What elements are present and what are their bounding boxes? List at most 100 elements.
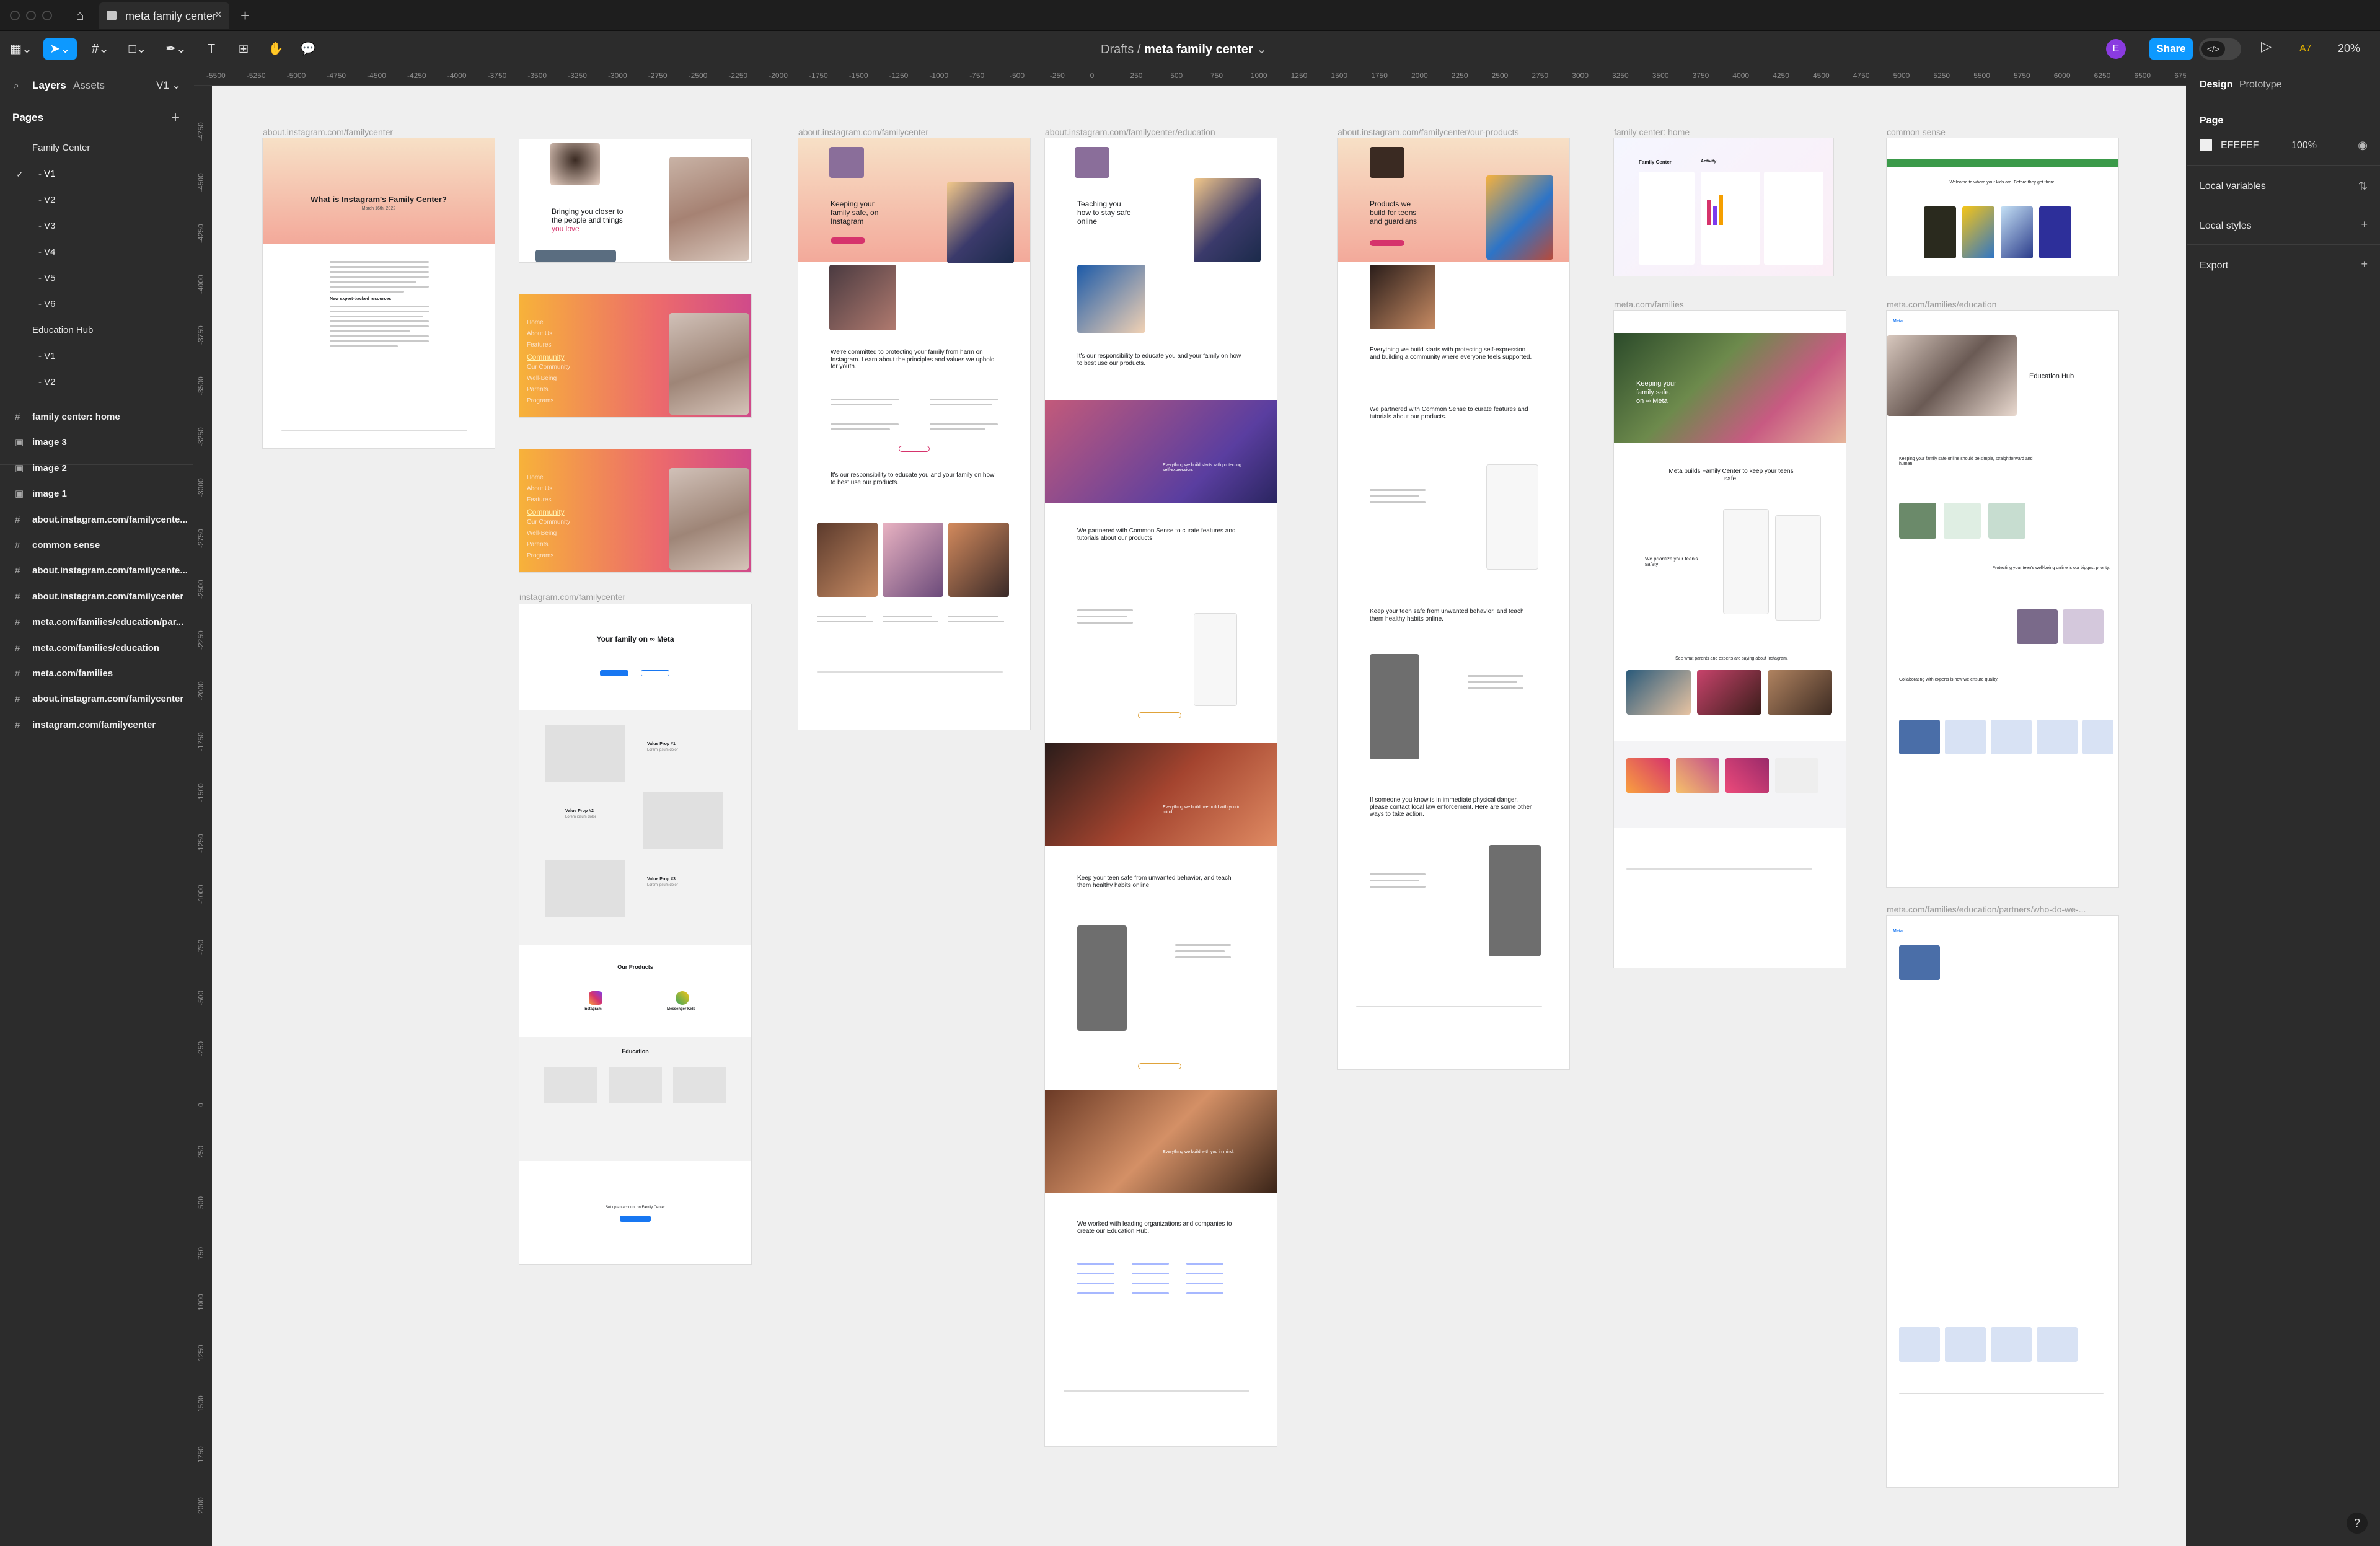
menu-item[interactable]: About Us <box>527 330 552 337</box>
menu-item[interactable]: Programs <box>527 552 553 559</box>
menu-item[interactable]: Well-Being <box>527 375 557 382</box>
menu-item[interactable]: About Us <box>527 485 552 492</box>
frame-familycenter-landing[interactable]: Keeping your family safe, on Instagram W… <box>798 138 1030 730</box>
local-styles[interactable]: Local styles <box>2200 221 2252 232</box>
tab-prototype[interactable]: Prototype <box>2239 79 2281 91</box>
zoom-level[interactable]: 20% <box>2338 42 2360 55</box>
local-variables[interactable]: Local variables <box>2200 181 2266 192</box>
frame-instagram-familycenter[interactable]: Your family on ∞ Meta Value Prop #1 Lore… <box>519 604 751 1264</box>
menu-item[interactable]: Features <box>527 342 551 348</box>
frame-label[interactable]: family center: home <box>1614 127 1690 137</box>
avatar[interactable]: E <box>2106 39 2126 59</box>
frame-label[interactable]: meta.com/families/education/partners/who… <box>1887 904 2086 914</box>
pen-tool-icon[interactable]: ✒⌄ <box>162 38 190 60</box>
page-color-swatch[interactable] <box>2200 139 2212 151</box>
layer-item[interactable]: # meta.com/families/education <box>0 635 193 661</box>
close-window-button[interactable] <box>10 11 20 20</box>
add-export-icon[interactable]: + <box>2361 258 2368 271</box>
page-switcher[interactable]: V1 ⌄ <box>156 79 181 92</box>
page-item[interactable]: - V6 <box>0 291 193 317</box>
present-play-icon[interactable]: ▷ <box>2261 38 2272 55</box>
layer-item[interactable]: # about.instagram.com/familycente... <box>0 558 193 584</box>
menu-item[interactable]: Programs <box>527 397 553 404</box>
share-button[interactable]: Share <box>2149 38 2193 60</box>
frame-label[interactable]: meta.com/families/education <box>1887 299 1996 309</box>
page-item[interactable]: - V2 <box>0 187 193 213</box>
help-button[interactable]: ? <box>2347 1513 2368 1534</box>
menu-item[interactable]: Parents <box>527 386 548 393</box>
layer-item[interactable]: # instagram.com/familycenter <box>0 712 193 738</box>
page-item[interactable]: - V5 <box>0 265 193 291</box>
breadcrumb-folder[interactable]: Drafts <box>1101 43 1134 56</box>
get-started-button[interactable] <box>1370 240 1404 246</box>
frame-label[interactable]: instagram.com/familycenter <box>519 592 625 602</box>
shape-tool-icon[interactable]: □⌄ <box>124 38 151 60</box>
learn-more-button[interactable] <box>1138 1063 1181 1069</box>
layer-item[interactable]: ▣ image 3 <box>0 430 193 456</box>
eye-icon[interactable]: ◉ <box>2358 139 2368 152</box>
get-started-button[interactable] <box>831 237 865 244</box>
page-item[interactable]: Family Center <box>0 135 193 161</box>
page-item[interactable]: Education Hub <box>0 317 193 343</box>
menu-item[interactable]: Home <box>527 319 544 326</box>
close-tab-icon[interactable]: × <box>214 8 222 22</box>
hand-tool-icon[interactable]: ✋ <box>265 38 286 60</box>
layer-item[interactable]: # about.instagram.com/familycente... <box>0 507 193 533</box>
minimize-window-button[interactable] <box>26 11 36 20</box>
frame-label[interactable]: about.instagram.com/familycenter <box>263 127 393 137</box>
page-opacity[interactable]: 100% <box>2291 140 2317 151</box>
main-menu-icon[interactable]: ▦⌄ <box>9 38 33 60</box>
layer-item[interactable]: ▣ image 2 <box>0 456 193 482</box>
primary-button[interactable] <box>600 670 628 676</box>
frame-hero-variant[interactable]: Bringing you closer to the people and th… <box>519 139 751 262</box>
comment-tool-icon[interactable]: 💬 <box>298 38 319 60</box>
frame-menu-variant-2[interactable]: Home About Us Features Community Our Communi… <box>519 449 751 572</box>
frame-label[interactable]: common sense <box>1887 127 1946 137</box>
page-item[interactable]: - V3 <box>0 213 193 239</box>
frame-article[interactable]: What is Instagram's Family Center? March… <box>263 138 495 448</box>
layer-item[interactable]: # common sense <box>0 532 193 559</box>
add-page-icon[interactable]: + <box>171 109 180 126</box>
file-tab[interactable]: meta family center × <box>99 2 229 29</box>
canvas[interactable]: about.instagram.com/familycenter What is… <box>212 86 2186 1546</box>
add-style-icon[interactable]: + <box>2361 218 2368 231</box>
menu-item[interactable]: Community <box>527 353 565 361</box>
frame-label[interactable]: about.instagram.com/familycenter/our-pro… <box>1338 127 1519 137</box>
page-item[interactable]: - V4 <box>0 239 193 265</box>
menu-item[interactable]: Community <box>527 508 565 516</box>
tab-layers[interactable]: Layers <box>32 79 66 92</box>
move-tool-icon[interactable]: ➤⌄ <box>43 38 77 60</box>
frame-family-center-home[interactable]: Family Center Activity <box>1614 138 1833 276</box>
frame-meta-families[interactable]: Keeping your family safe, on ∞ Meta Meta… <box>1614 311 1846 968</box>
layer-item[interactable]: # family center: home <box>0 404 193 430</box>
frame-menu-variant-1[interactable]: Home About Us Features Community Our Communi… <box>519 294 751 417</box>
layer-item[interactable]: # about.instagram.com/familycenter <box>0 686 193 712</box>
menu-item[interactable]: Parents <box>527 541 548 548</box>
layer-item[interactable]: # meta.com/families <box>0 661 193 687</box>
meta-logo[interactable]: Meta <box>1893 929 1903 934</box>
meta-logo[interactable]: Meta <box>1893 319 1903 324</box>
search-icon[interactable]: ⌕ <box>14 81 19 92</box>
dev-mode-toggle[interactable]: </> <box>2199 38 2241 60</box>
frame-label[interactable]: about.instagram.com/familycenter <box>798 127 928 137</box>
frame-familycenter-our-products[interactable]: Products we build for teens and guardian… <box>1338 138 1569 1069</box>
secondary-button[interactable] <box>641 670 669 676</box>
text-tool-icon[interactable]: T <box>201 38 222 60</box>
page-item[interactable]: - V2 <box>0 369 193 395</box>
accessibility-badge[interactable]: A7 <box>2299 43 2312 55</box>
frame-label[interactable]: about.instagram.com/familycenter/educati… <box>1045 127 1215 137</box>
frame-common-sense[interactable]: Welcome to where your kids are. Before t… <box>1887 138 2118 276</box>
tab-assets[interactable]: Assets <box>73 79 105 92</box>
menu-item[interactable]: Well-Being <box>527 530 557 537</box>
menu-item[interactable]: Our Community <box>527 519 570 526</box>
frame-tool-icon[interactable]: #⌄ <box>87 38 114 60</box>
menu-item[interactable]: Home <box>527 474 544 481</box>
frame-label[interactable]: meta.com/families <box>1614 299 1684 309</box>
home-icon[interactable]: ⌂ <box>69 6 90 25</box>
menu-item[interactable]: Features <box>527 497 551 503</box>
page-item[interactable]: ✓ - V1 <box>0 161 193 187</box>
zoom-window-button[interactable] <box>42 11 52 20</box>
frame-meta-education[interactable]: Meta Education Hub Keeping your family s… <box>1887 311 2118 887</box>
frame-meta-education-partners[interactable]: Meta <box>1887 916 2118 1487</box>
page-item[interactable]: - V1 <box>0 343 193 369</box>
